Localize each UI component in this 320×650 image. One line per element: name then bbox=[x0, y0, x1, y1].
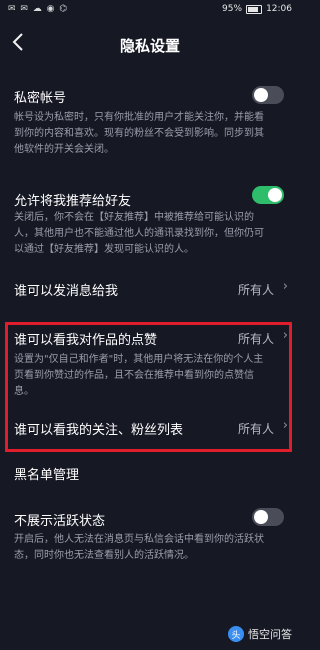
recommend-desc: 关闭后，你不会在【好友推荐】中被推荐给可能认识的人，其他用户也不能通过他人的通讯… bbox=[14, 212, 264, 255]
watermark: 头 悟空问答 bbox=[228, 626, 292, 642]
toggle-knob bbox=[254, 510, 268, 524]
hide-active-status-setting: 不展示活跃状态 开启后，他人无法在消息页与私信会话中看到你的活跃状态，同时你也无… bbox=[0, 504, 300, 570]
battery-percent: 95% bbox=[222, 4, 243, 14]
clock: 12:06 bbox=[266, 4, 292, 14]
private-account-desc: 帐号设为私密时，只有你批准的用户才能关注你，并能看到你的内容和喜欢。现有的粉丝不… bbox=[14, 112, 264, 155]
status-bar: ✉ ✉ ☁ ◉ ⌬ 95% 12:06 bbox=[0, 0, 300, 22]
highlight-box bbox=[5, 322, 292, 452]
message-permission-title: 谁可以发消息给我 bbox=[14, 284, 119, 299]
blacklist-title: 黑名单管理 bbox=[14, 468, 80, 483]
page-title: 隐私设置 bbox=[119, 37, 180, 55]
message-permission-value: 所有人 bbox=[237, 283, 274, 297]
nav-bar: 隐私设置 bbox=[0, 22, 300, 66]
watermark-text: 悟空问答 bbox=[248, 628, 292, 641]
battery-icon bbox=[246, 4, 263, 14]
hide-active-desc: 开启后，他人无法在消息页与私信会话中看到你的活跃状态，同时你也无法查看别人的活跃… bbox=[14, 534, 264, 561]
notification-icons: ✉ ✉ ☁ ◉ ⌬ bbox=[8, 4, 69, 14]
private-account-title: 私密帐号 bbox=[14, 91, 67, 106]
private-account-toggle[interactable] bbox=[252, 86, 284, 104]
toggle-knob bbox=[268, 188, 282, 202]
blacklist-row[interactable]: 黑名单管理 bbox=[0, 460, 300, 486]
private-account-setting: 私密帐号 帐号设为私密时，只有你批准的用户才能关注你，并能看到你的内容和喜欢。现… bbox=[0, 80, 300, 162]
hide-active-toggle[interactable] bbox=[252, 508, 284, 526]
status-right: 95% 12:06 bbox=[222, 4, 292, 14]
message-permission-row[interactable]: 谁可以发消息给我 所有人 › bbox=[0, 276, 300, 302]
toggle-knob bbox=[254, 88, 268, 102]
recommend-title: 允许将我推荐给好友 bbox=[14, 194, 132, 209]
watermark-logo-icon: 头 bbox=[228, 626, 244, 642]
recommend-toggle[interactable] bbox=[252, 186, 284, 204]
hide-active-title: 不展示活跃状态 bbox=[14, 514, 106, 529]
recommend-to-friends-setting: 允许将我推荐给好友 关闭后，你不会在【好友推荐】中被推荐给可能认识的人，其他用户… bbox=[0, 182, 300, 262]
chevron-right-icon: › bbox=[282, 279, 288, 294]
